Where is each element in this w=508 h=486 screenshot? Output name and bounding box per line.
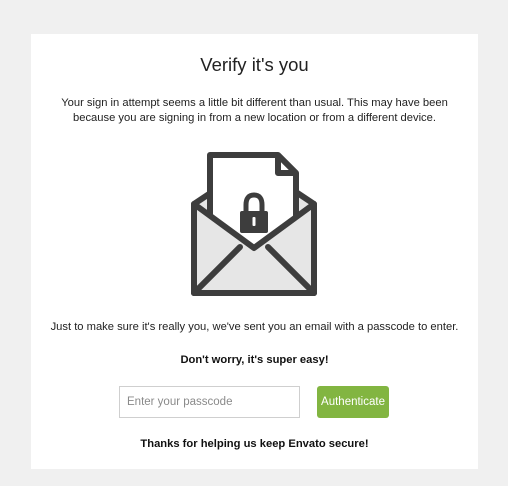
passcode-input[interactable]: [119, 386, 300, 418]
footer-text: Thanks for helping us keep Envato secure…: [140, 438, 369, 450]
authenticate-button[interactable]: Authenticate: [317, 386, 389, 418]
page-title: Verify it's you: [200, 54, 309, 75]
reassurance-text: Don't worry, it's super easy!: [180, 354, 329, 366]
email-sent-note: Just to make sure it's really you, we've…: [50, 321, 459, 333]
verify-card: Verify it's you Your sign in attempt see…: [31, 34, 478, 469]
intro-text: Your sign in attempt seems a little bit …: [61, 97, 448, 124]
envelope-with-lock-icon: [190, 149, 318, 299]
